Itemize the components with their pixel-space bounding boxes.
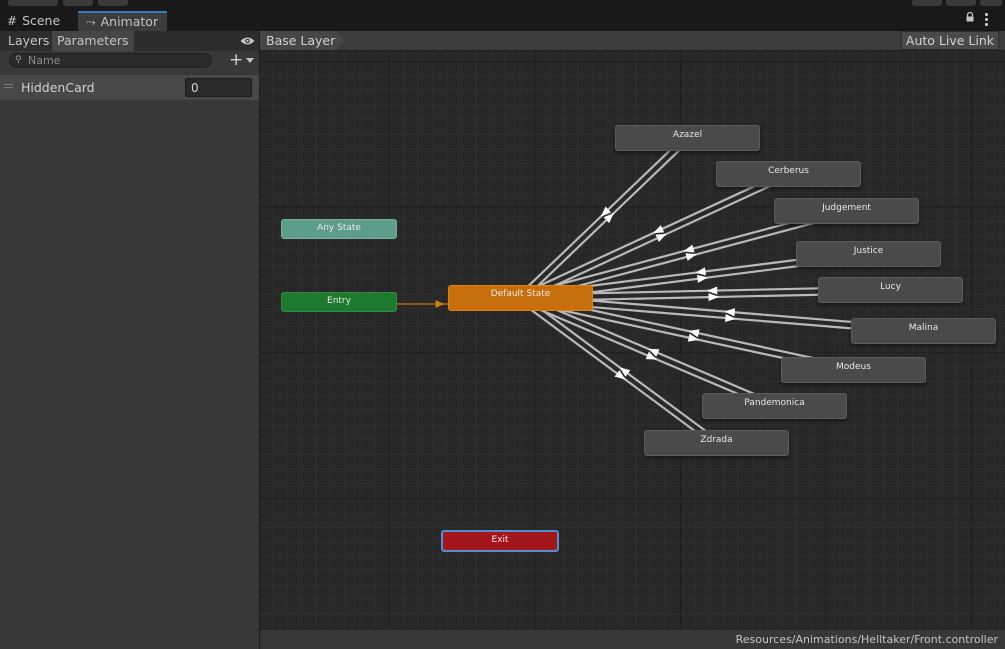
tab-animator[interactable]: ⤳ Animator xyxy=(78,11,167,31)
toolbar-button[interactable] xyxy=(946,0,976,6)
left-panel: Layers Parameters ⚲ + HiddenCard xyxy=(0,31,259,649)
entry-arrow-icon xyxy=(435,300,445,308)
breadcrumb-arrow xyxy=(336,31,344,50)
toolbar-button[interactable] xyxy=(63,0,93,6)
more-options-icon[interactable] xyxy=(985,13,988,28)
status-bar: Resources/Animations/Helltaker/Front.con… xyxy=(260,629,1005,649)
toolbar-button[interactable] xyxy=(980,0,1002,6)
tab-scene[interactable]: # Scene xyxy=(0,11,78,31)
transition-arrow-icon xyxy=(685,253,697,261)
eye-icon[interactable] xyxy=(240,36,255,46)
state-pandemonica[interactable]: Pandemonica xyxy=(702,393,847,419)
drag-handle-icon[interactable] xyxy=(4,84,13,90)
top-toolbar-strip xyxy=(0,0,1005,11)
toolbar-button[interactable] xyxy=(912,0,942,6)
state-entry[interactable]: Entry xyxy=(281,292,397,312)
transition-arrow-icon xyxy=(706,286,718,295)
graph-toolbar: Base Layer Auto Live Link xyxy=(260,31,1005,51)
tab-layers[interactable]: Layers xyxy=(3,31,54,51)
state-malina[interactable]: Malina xyxy=(851,318,996,344)
animator-graph-canvas[interactable]: Any State Entry Default State Exit Azaze… xyxy=(260,51,1005,629)
state-zdrada[interactable]: Zdrada xyxy=(644,430,789,456)
grid-icon: # xyxy=(7,14,18,28)
state-default[interactable]: Default State xyxy=(448,285,593,311)
state-lucy[interactable]: Lucy xyxy=(818,277,963,303)
state-justice[interactable]: Justice xyxy=(796,241,941,267)
transition-line-out-cerberus[interactable] xyxy=(521,175,791,302)
transition-arrow-icon xyxy=(708,293,719,302)
state-judgement[interactable]: Judgement xyxy=(774,198,919,224)
chevron-down-icon xyxy=(246,58,254,63)
tab-label: Scene xyxy=(22,13,61,28)
parameter-search-field[interactable]: ⚲ xyxy=(9,53,212,68)
search-input[interactable] xyxy=(28,54,208,67)
add-parameter-button[interactable]: + xyxy=(229,51,257,71)
breadcrumb-base-layer[interactable]: Base Layer xyxy=(260,31,336,50)
transition-arrow-icon xyxy=(683,244,695,253)
transition-arrow-icon xyxy=(655,233,667,242)
controller-path: Resources/Animations/Helltaker/Front.con… xyxy=(735,633,998,646)
state-exit[interactable]: Exit xyxy=(441,530,559,552)
state-modeus[interactable]: Modeus xyxy=(781,357,926,383)
state-any-state[interactable]: Any State xyxy=(281,219,397,239)
transition-arrow-icon xyxy=(653,225,665,234)
parameter-row[interactable]: HiddenCard xyxy=(0,75,259,100)
tab-label: Animator xyxy=(100,14,159,29)
toolbar-button[interactable] xyxy=(98,0,128,6)
parameter-value-field[interactable] xyxy=(185,78,252,97)
window-tab-bar: # Scene ⤳ Animator xyxy=(0,11,1005,31)
left-panel-tabs: Layers Parameters xyxy=(0,31,259,51)
search-icon: ⚲ xyxy=(15,55,22,65)
lock-icon[interactable] xyxy=(965,12,975,22)
plus-icon: + xyxy=(229,50,244,70)
auto-live-link-button[interactable]: Auto Live Link xyxy=(900,31,999,50)
tab-parameters[interactable]: Parameters xyxy=(52,31,134,51)
parameter-name: HiddenCard xyxy=(21,80,95,95)
animator-icon: ⤳ xyxy=(86,15,96,29)
state-azazel[interactable]: Azazel xyxy=(615,125,760,151)
state-cerberus[interactable]: Cerberus xyxy=(716,161,861,187)
toolbar-button[interactable] xyxy=(8,0,58,6)
parameter-search-row: ⚲ xyxy=(0,51,259,71)
